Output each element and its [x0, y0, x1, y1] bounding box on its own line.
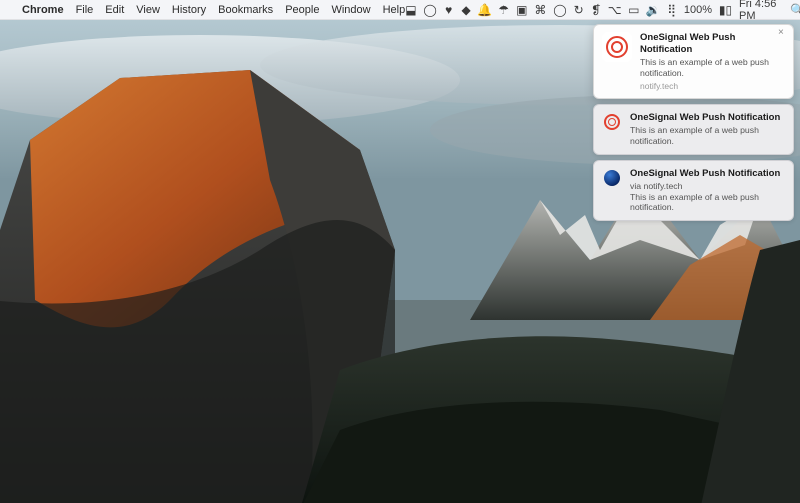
onesignal-icon [604, 114, 620, 130]
globe-icon [604, 170, 620, 186]
wifi-icon[interactable]: ⢿ [667, 3, 677, 16]
notification-card[interactable]: × OneSignal Web Push Notification This i… [593, 24, 794, 99]
menu-window[interactable]: Window [331, 4, 370, 16]
menu-help[interactable]: Help [383, 4, 406, 16]
close-icon[interactable]: × [778, 28, 788, 38]
notification-title: OneSignal Web Push Notification [640, 32, 785, 56]
box-icon[interactable]: ▣ [516, 3, 527, 16]
notification-title: OneSignal Web Push Notification [630, 168, 785, 180]
bluetooth-icon[interactable]: ⌥ [608, 3, 621, 16]
shield-icon[interactable]: ♥ [444, 3, 454, 16]
menu-people[interactable]: People [285, 4, 319, 16]
dropbox-icon[interactable]: ⬓ [405, 3, 416, 16]
spotlight-icon[interactable]: 🔍 [791, 3, 800, 16]
app-menu[interactable]: Chrome [22, 4, 64, 16]
umbrella-icon[interactable]: ☂ [498, 3, 509, 16]
notification-source: notify.tech [640, 81, 785, 92]
notification-body-line: notification. [640, 68, 785, 79]
onesignal-icon [606, 36, 628, 58]
sync-icon[interactable]: ◯ [424, 3, 437, 16]
notification-app-icon [602, 32, 632, 62]
notification-title: OneSignal Web Push Notification [630, 112, 785, 124]
notification-app-icon [602, 168, 622, 188]
bell-icon[interactable]: 🔔 [478, 3, 491, 16]
cmd-icon[interactable]: ⌘ [534, 3, 546, 16]
menu-view[interactable]: View [136, 4, 160, 16]
menu-history[interactable]: History [172, 4, 206, 16]
display-icon[interactable]: ▭ [628, 3, 639, 16]
menu-bookmarks[interactable]: Bookmarks [218, 4, 273, 16]
notification-body-line: This is an example of a web push notific… [630, 192, 785, 214]
diamond-icon[interactable]: ◆ [461, 3, 471, 16]
menu-file[interactable]: File [76, 4, 94, 16]
arrow-icon[interactable]: ↻ [573, 3, 583, 16]
notification-subtitle: via notify.tech [630, 181, 785, 192]
menu-edit[interactable]: Edit [105, 4, 124, 16]
wifi-percent: 100% [684, 4, 712, 16]
notification-card[interactable]: OneSignal Web Push Notification This is … [593, 104, 794, 155]
notification-stack: × OneSignal Web Push Notification This i… [593, 24, 794, 221]
clock[interactable]: Fri 4:56 PM [739, 0, 784, 22]
notification-card[interactable]: OneSignal Web Push Notification via noti… [593, 160, 794, 222]
notification-body-line: This is an example of a web push notific… [630, 125, 785, 147]
volume-icon[interactable]: 🔉 [647, 3, 660, 16]
circle-icon[interactable]: ◯ [553, 3, 566, 16]
tag-icon[interactable]: ❡ [591, 3, 601, 16]
battery-icon[interactable]: ▮▯ [719, 3, 732, 16]
notification-app-icon [602, 112, 622, 132]
notification-body-line: This is an example of a web push [640, 57, 785, 68]
status-icons: ⬓ ◯ ♥ ◆ 🔔 ☂ ▣ ⌘ ◯ ↻ ❡ ⌥ ▭ 🔉 ⢿ 100% ▮▯ Fr… [405, 0, 800, 22]
menu-bar: Chrome File Edit View History Bookmarks … [0, 0, 800, 20]
